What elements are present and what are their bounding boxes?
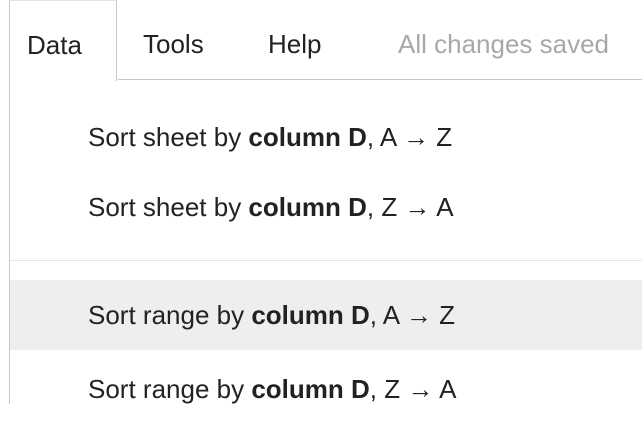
menu-item-sort-range-a-z[interactable]: Sort range by column D, A → Z <box>10 280 642 350</box>
menu-bar: Data Tools Help All changes saved <box>0 0 642 81</box>
menu-tools[interactable]: Tools <box>143 0 204 80</box>
menu-item-column: column D <box>248 122 367 152</box>
menu-item-column: column D <box>251 300 370 330</box>
menu-item-sort-sheet-z-a[interactable]: Sort sheet by column D, Z → A <box>10 172 642 242</box>
menu-help-label: Help <box>268 29 322 59</box>
menu-item-prefix: Sort sheet by <box>88 192 249 222</box>
menu-item-order: , A → Z <box>369 300 456 330</box>
menu-item-prefix: Sort range by <box>88 374 252 404</box>
menu-data-label: Data <box>27 30 82 60</box>
menu-data[interactable]: Data <box>9 0 117 81</box>
menu-item-column: column D <box>251 374 370 404</box>
menu-item-sort-range-z-a[interactable]: Sort range by column D, Z → A <box>10 354 642 424</box>
menu-item-prefix: Sort range by <box>88 300 252 330</box>
menu-item-sort-sheet-a-z[interactable]: Sort sheet by column D, A → Z <box>10 102 642 172</box>
menu-tools-label: Tools <box>143 29 204 59</box>
data-menu-dropdown: Sort sheet by column D, A → Z Sort sheet… <box>9 80 642 404</box>
menu-separator <box>10 260 642 261</box>
save-status: All changes saved <box>398 29 610 59</box>
menu-item-order: , A → Z <box>366 122 453 152</box>
menu-item-order: , Z → A <box>366 192 454 222</box>
menu-item-order: , Z → A <box>369 374 457 404</box>
menu-help[interactable]: Help <box>268 0 321 80</box>
menu-item-prefix: Sort sheet by <box>88 122 249 152</box>
menu-item-column: column D <box>248 192 367 222</box>
